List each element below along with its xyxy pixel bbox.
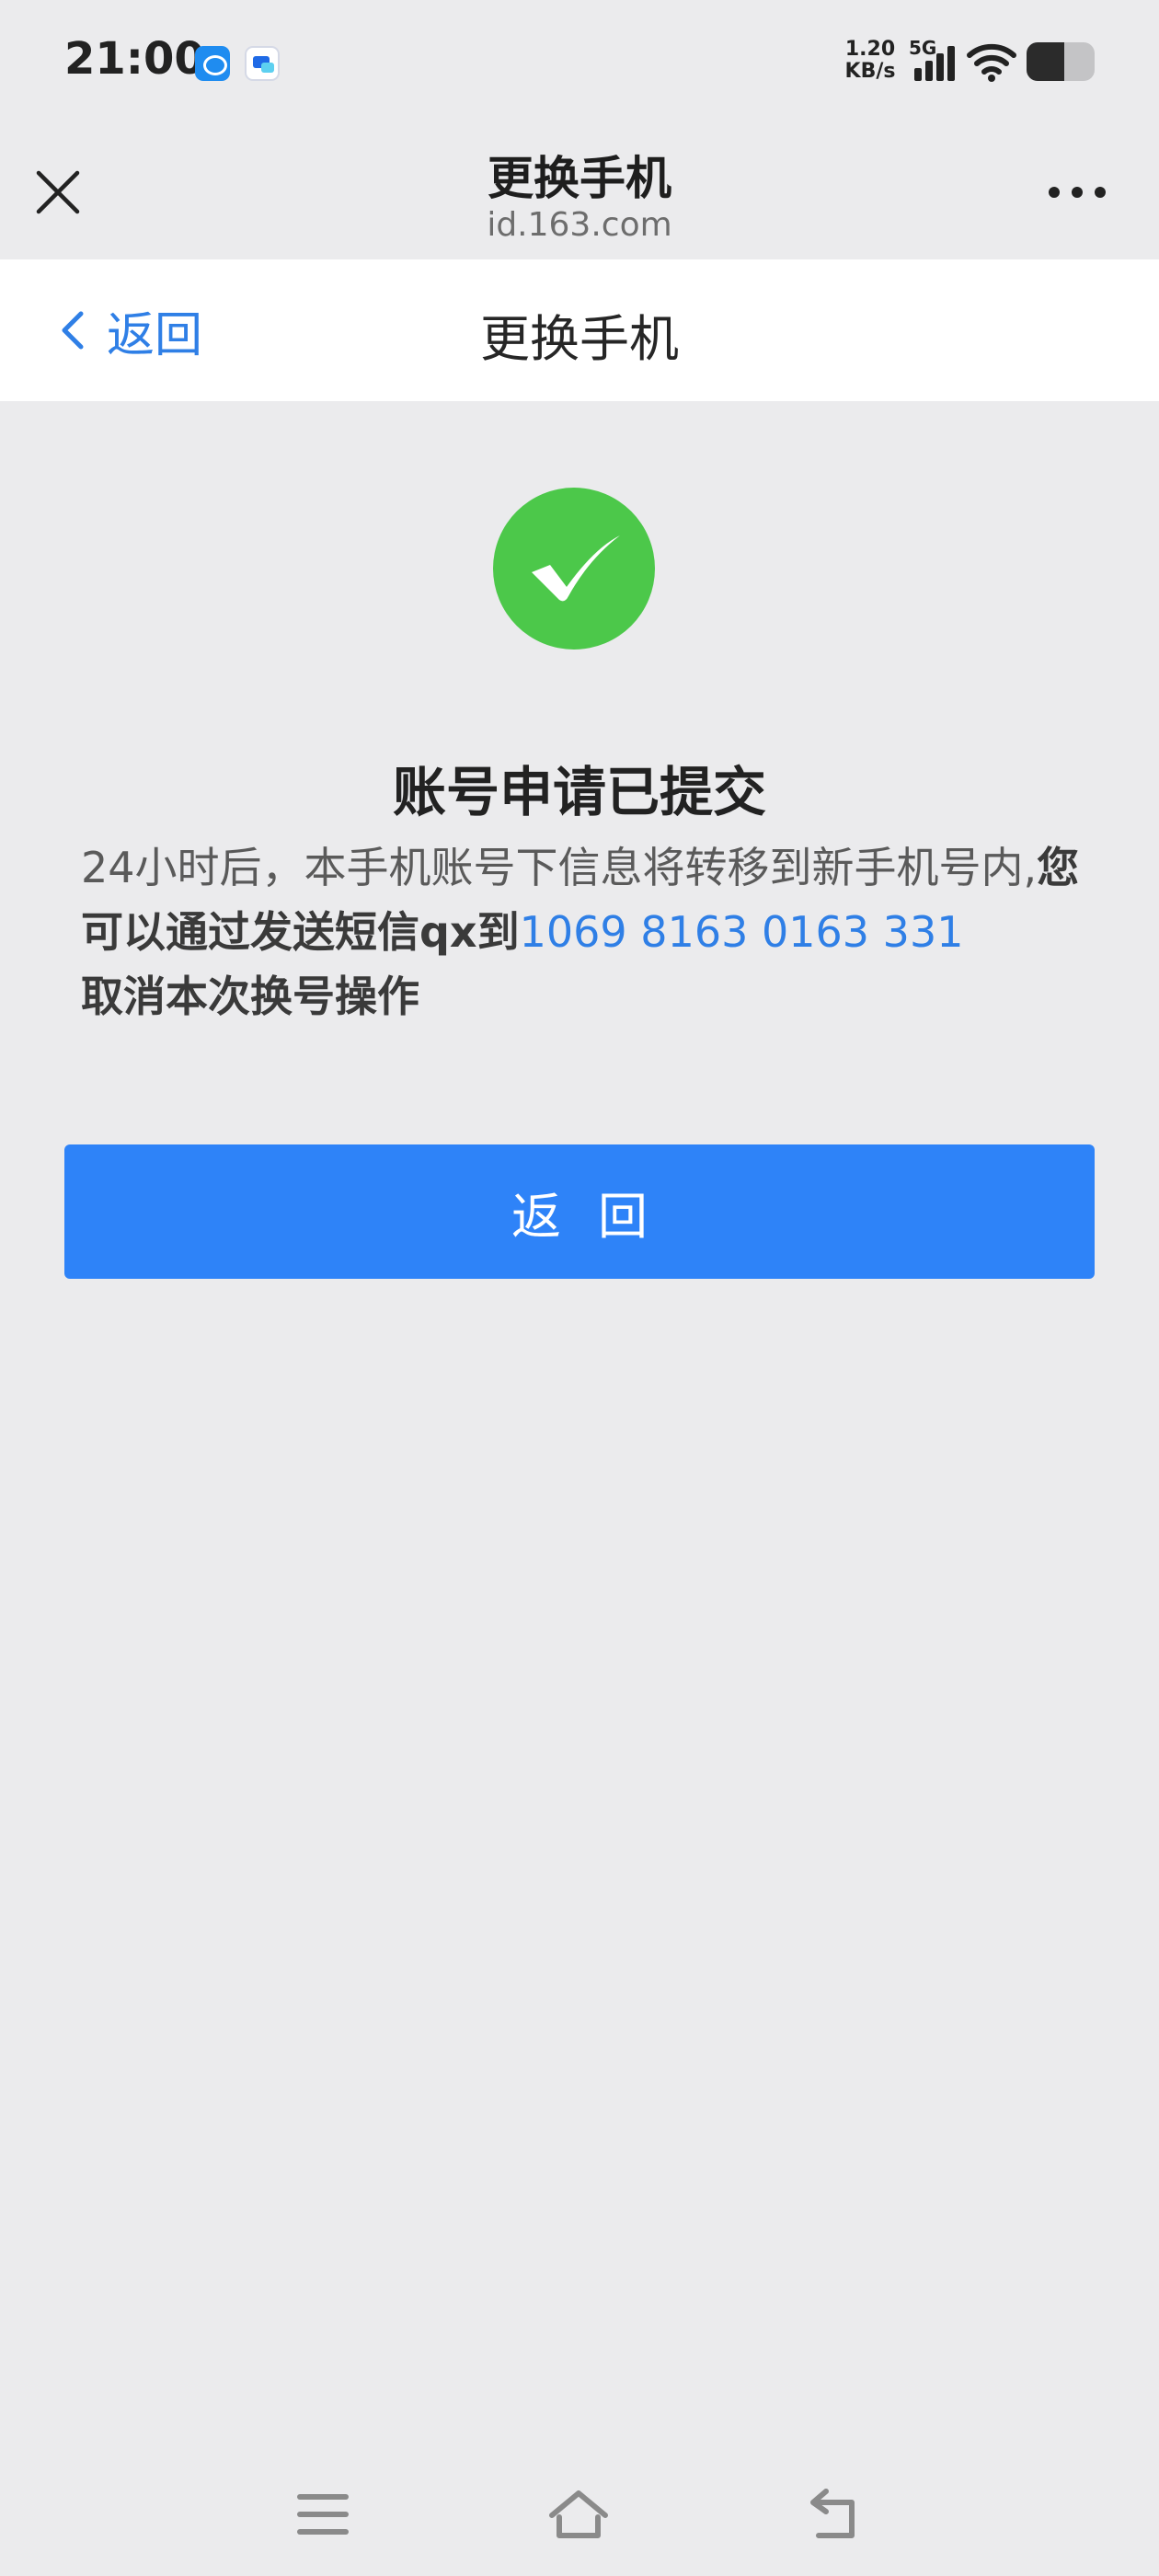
signal-icon bbox=[914, 46, 955, 81]
status-time: 21:00 bbox=[64, 33, 205, 85]
back-icon[interactable] bbox=[802, 2482, 866, 2547]
browser-url: id.163.com bbox=[487, 206, 672, 244]
system-nav-bar bbox=[0, 2466, 1159, 2576]
message-app-icon bbox=[245, 46, 280, 81]
sms-number: 1069 8163 0163 331 bbox=[519, 907, 964, 957]
more-icon[interactable] bbox=[1045, 178, 1109, 206]
wifi-icon bbox=[967, 43, 1016, 82]
net-speed-value: 1.20 bbox=[844, 38, 896, 61]
message-bold-text-2: 取消本次换号操作 bbox=[81, 972, 419, 1021]
battery-fill bbox=[1027, 42, 1064, 81]
result-message: 24小时后，本手机账号下信息将转移到新手机号内,您可以通过发送短信qx到1069… bbox=[81, 835, 1093, 1029]
browser-title: 更换手机 bbox=[488, 152, 671, 205]
baidu-app-icon bbox=[195, 46, 230, 81]
nav-bar: 返回 更换手机 bbox=[0, 259, 1159, 401]
back-link[interactable]: 返回 bbox=[59, 298, 203, 363]
page: 21:00 1.20 KB/s 5G 更换手机 id.163.com 返回 更换… bbox=[0, 0, 1159, 2576]
menu-icon[interactable] bbox=[291, 2482, 355, 2547]
message-text: 24小时后，本手机账号下信息将转移到新手机号内, bbox=[81, 843, 1038, 892]
success-title: 账号申请已提交 bbox=[392, 761, 766, 823]
browser-header: 更换手机 id.163.com bbox=[0, 129, 1159, 259]
home-icon[interactable] bbox=[546, 2482, 611, 2547]
status-bar: 21:00 1.20 KB/s 5G bbox=[0, 0, 1159, 129]
check-circle-icon bbox=[493, 488, 655, 650]
back-link-label: 返回 bbox=[107, 307, 203, 363]
net-speed-unit: KB/s bbox=[844, 60, 896, 83]
return-button[interactable]: 返回 bbox=[64, 1144, 1095, 1279]
chevron-left-icon bbox=[62, 311, 84, 350]
battery-icon bbox=[1027, 42, 1095, 81]
net-speed: 1.20 KB/s bbox=[843, 39, 898, 83]
